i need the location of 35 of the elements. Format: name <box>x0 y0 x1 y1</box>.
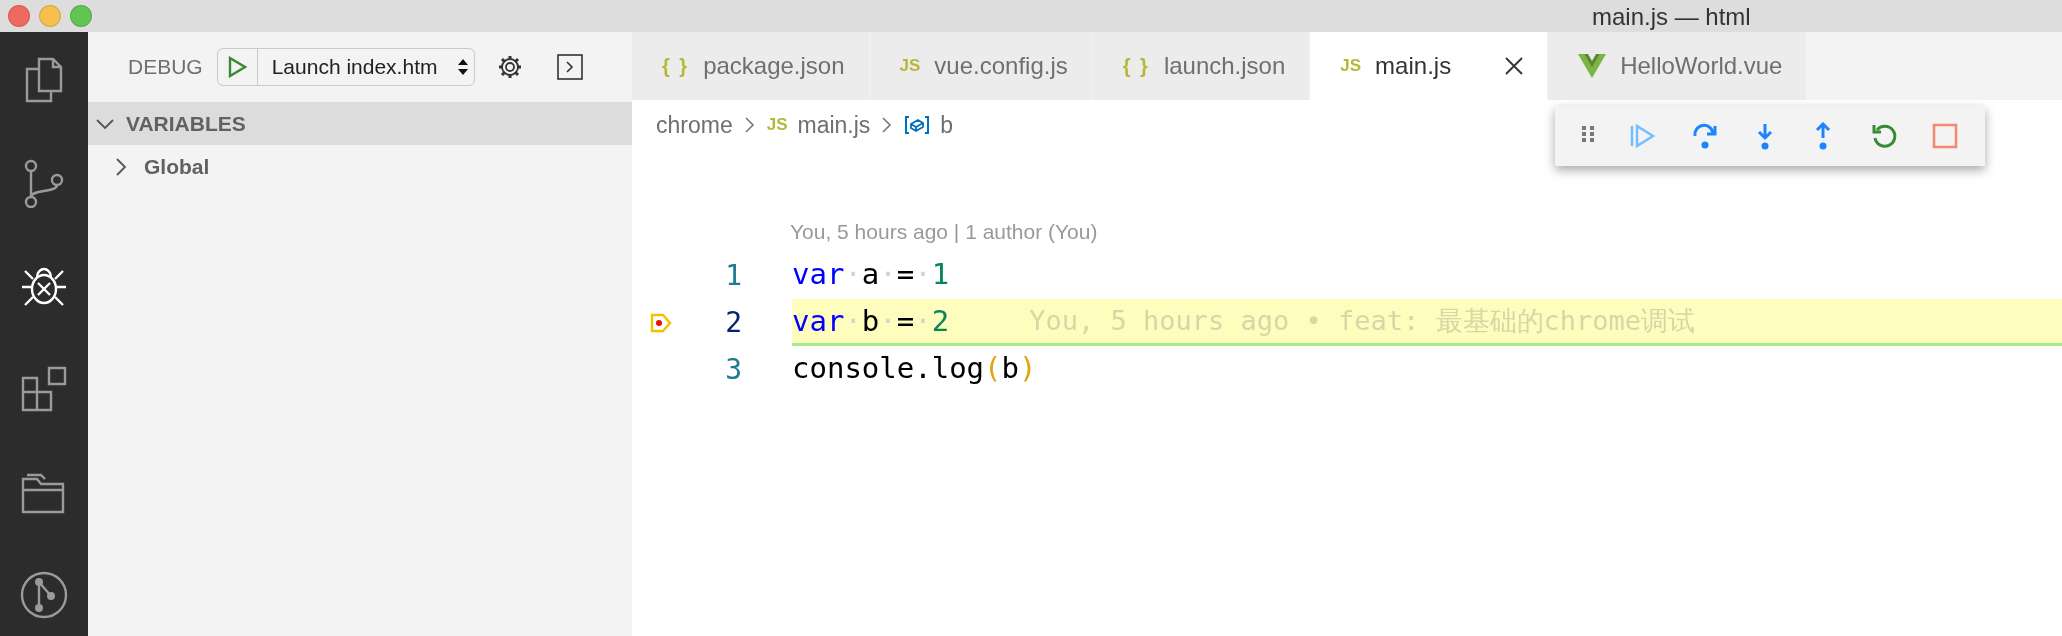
breadcrumb[interactable]: JS main.js <box>766 111 871 139</box>
code-line: var·a·=·1 <box>792 256 951 293</box>
js-icon: JS <box>899 56 921 76</box>
editor-tab[interactable]: { } package.json <box>632 32 870 100</box>
line-number: 1 <box>724 259 742 292</box>
braces-icon: { } <box>662 54 690 78</box>
line-number: 3 <box>724 353 742 386</box>
line-number: 2 <box>724 306 742 339</box>
variable-icon <box>904 115 931 135</box>
editor-tab[interactable]: JS main.js <box>1310 32 1549 100</box>
debug-console-button[interactable] <box>556 54 583 80</box>
v-logo-icon <box>1578 54 1607 78</box>
breadcrumb[interactable]: chrome <box>656 111 733 139</box>
tree-item[interactable]: Global <box>88 145 632 188</box>
section-header[interactable]: VARIABLES <box>88 102 632 145</box>
js-icon: JS <box>1340 56 1362 76</box>
code-line: console.log(b) <box>792 350 1038 387</box>
breadcrumb[interactable]: b <box>904 111 954 139</box>
close-tab-button[interactable] <box>1505 57 1524 75</box>
js-icon: JS <box>766 115 788 135</box>
debug-label: DEBUG <box>128 55 203 79</box>
extensions-icon[interactable] <box>19 364 69 414</box>
braces-icon: { } <box>1122 54 1150 78</box>
editor-tab[interactable]: HelloWorld.vue <box>1548 32 1808 100</box>
settings-button[interactable] <box>496 54 523 80</box>
window-title: main.js — html <box>1592 3 1751 31</box>
stop-button[interactable] <box>1931 123 1958 149</box>
blame-annotation[interactable]: You, 5 hours ago | 1 author (You) <box>790 220 1098 244</box>
git-circle-icon[interactable] <box>19 570 69 620</box>
chevron-right-icon <box>742 115 757 135</box>
editor-tab[interactable]: { } launch.json <box>1092 32 1311 100</box>
close-window-button[interactable] <box>8 5 30 27</box>
editor-tab[interactable]: JS vue.config.js <box>869 32 1093 100</box>
terminal-icon <box>556 54 583 80</box>
gear-icon <box>496 54 523 80</box>
